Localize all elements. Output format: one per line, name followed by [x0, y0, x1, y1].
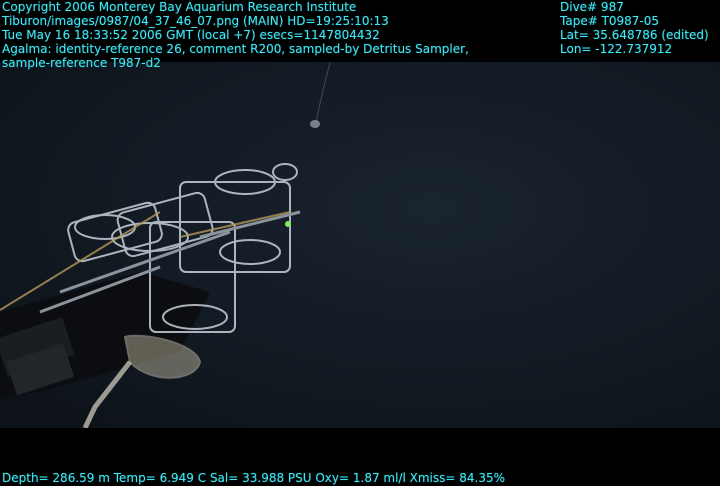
underwater-scene [0, 61, 720, 430]
copyright-line: Copyright 2006 Monterey Bay Aquarium Res… [2, 0, 357, 14]
video-frame: Copyright 2006 Monterey Bay Aquarium Res… [0, 0, 720, 486]
tape-number: Tape# T0987-05 [560, 14, 660, 28]
latitude: Lat= 35.648786 (edited) [560, 28, 709, 42]
image-path-line: Tiburon/images/0987/04_37_46_07.png (MAI… [2, 14, 389, 28]
longitude: Lon= -122.737912 [560, 42, 673, 56]
telemetry-bar: Depth= 286.59 m Temp= 6.949 C Sal= 33.98… [0, 470, 720, 486]
timestamp-line: Tue May 16 18:33:52 2006 GMT (local +7) … [2, 28, 380, 42]
sample-reference-line: sample-reference T987-d2 [2, 56, 161, 70]
telemetry-readout: Depth= 286.59 m Temp= 6.949 C Sal= 33.98… [2, 471, 506, 485]
annotation-line: Agalma: identity-reference 26, comment R… [2, 42, 469, 56]
dive-number: Dive# 987 [560, 0, 624, 14]
sampler-equipment-illustration [0, 61, 331, 430]
